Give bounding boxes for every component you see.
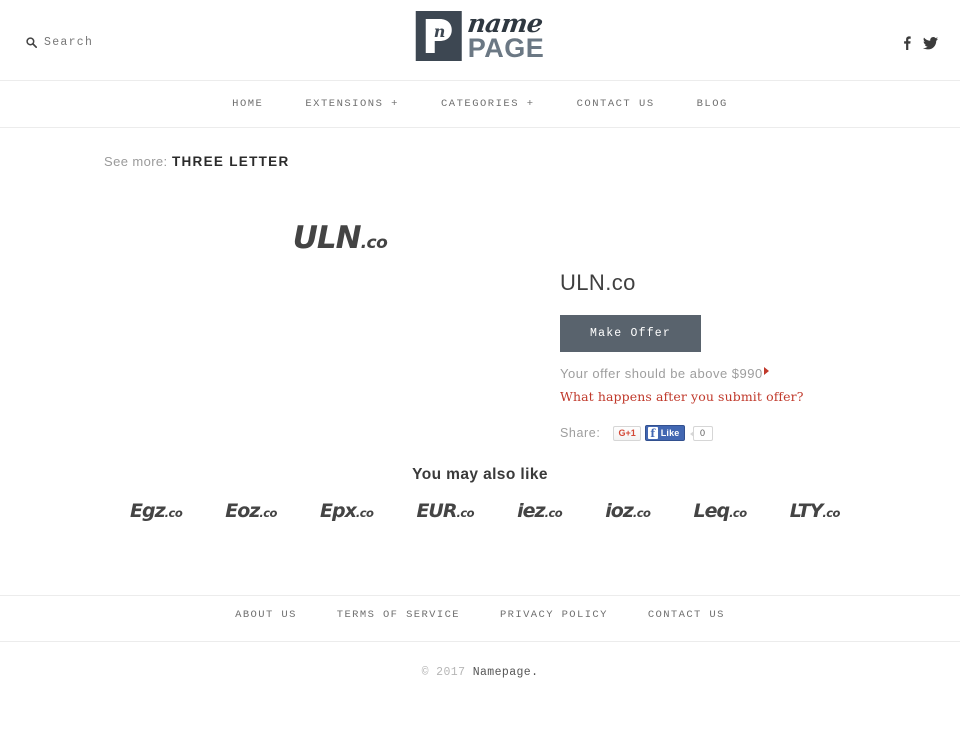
- related-domain-tld: .co: [456, 506, 475, 520]
- facebook-like-label: Like: [660, 428, 680, 438]
- see-more-label: See more:: [104, 154, 168, 169]
- see-more-block: See more: THREE LETTER: [104, 152, 304, 172]
- logo-word-name: name: [465, 9, 545, 38]
- facebook-like-count: 0: [689, 425, 713, 441]
- related-domain-art: EUR.co: [416, 500, 475, 522]
- copyright: © 2017 Namepage.: [0, 666, 960, 679]
- offer-minimum-note: Your offer should be above $990: [560, 364, 775, 383]
- facebook-icon[interactable]: [903, 36, 911, 50]
- related-domain-art: Eoz.co: [225, 500, 277, 522]
- nav-item-categories[interactable]: CATEGORIES +: [420, 98, 556, 110]
- related-domain-item[interactable]: Leq.co: [693, 500, 747, 522]
- related-domain-item[interactable]: iez.co: [517, 500, 563, 522]
- nav-list: HOME EXTENSIONS + CATEGORIES + CONTACT U…: [211, 98, 749, 110]
- related-domain-item[interactable]: LTY.co: [789, 500, 841, 522]
- related-domain-item[interactable]: Eoz.co: [225, 500, 277, 522]
- footer-link-contact-us[interactable]: CONTACT US: [628, 609, 745, 621]
- page-root: Search n name PAGE HOME EXTENSIONS + CAT…: [0, 0, 960, 743]
- related-domain-name: ioz: [605, 500, 634, 522]
- footer-navigation: ABOUT US TERMS OF SERVICE PRIVACY POLICY…: [0, 609, 960, 621]
- also-like-heading: You may also like: [412, 466, 548, 483]
- share-label: Share:: [560, 426, 601, 440]
- footer-link-privacy-policy[interactable]: PRIVACY POLICY: [480, 609, 628, 621]
- domain-art-name: ULN: [292, 220, 362, 256]
- nav-item-contact-us[interactable]: CONTACT US: [556, 98, 676, 110]
- also-like-grid: Egz.co Eoz.co Epx.co EUR.co iez.co ioz.c…: [130, 500, 840, 522]
- red-arrow-icon: [764, 367, 769, 375]
- related-domain-name: Eoz: [225, 500, 260, 522]
- make-offer-button[interactable]: Make Offer: [560, 315, 702, 352]
- footer-divider-top: [0, 595, 960, 596]
- related-domain-item[interactable]: ioz.co: [605, 500, 651, 522]
- main-navigation: HOME EXTENSIONS + CATEGORIES + CONTACT U…: [0, 81, 960, 128]
- nav-item-blog[interactable]: BLOG: [676, 98, 749, 110]
- facebook-f-icon: f: [647, 427, 658, 439]
- related-domain-art: ioz.co: [605, 500, 651, 522]
- share-buttons: G+1 f Like 0: [613, 425, 713, 441]
- related-domain-tld: .co: [544, 506, 563, 520]
- related-domain-name: iez: [517, 500, 545, 522]
- copyright-year: © 2017: [421, 666, 466, 679]
- related-domain-art: Leq.co: [693, 500, 747, 522]
- facebook-like-button[interactable]: f Like: [644, 425, 685, 441]
- see-more-category-link[interactable]: THREE LETTER: [172, 154, 290, 169]
- related-domain-art: iez.co: [517, 500, 563, 522]
- search-label: Search: [44, 36, 94, 49]
- twitter-icon[interactable]: [923, 36, 938, 50]
- related-domain-item[interactable]: EUR.co: [416, 500, 474, 522]
- site-logo[interactable]: n name PAGE: [415, 9, 545, 63]
- related-domain-tld: .co: [164, 506, 183, 520]
- footer-divider-bottom: [0, 641, 960, 642]
- domain-artwork: ULN.co: [180, 206, 500, 270]
- share-row: Share: G+1 f Like 0: [560, 425, 900, 441]
- related-domain-item[interactable]: Epx.co: [319, 500, 374, 522]
- product-details: ULN.co Make Offer Your offer should be a…: [560, 270, 900, 441]
- social-links: [903, 36, 938, 50]
- related-domain-tld: .co: [355, 506, 374, 520]
- logo-wordmark: name PAGE: [465, 9, 545, 63]
- submit-offer-info-link[interactable]: What happens after you submit offer?: [560, 389, 900, 404]
- page-title: ULN.co: [560, 270, 636, 295]
- nav-item-extensions[interactable]: EXTENSIONS +: [284, 98, 420, 110]
- offer-minimum-text: Your offer should be above $990: [560, 366, 763, 381]
- related-domain-art: Egz.co: [130, 500, 183, 522]
- related-domain-name: Leq: [693, 500, 730, 522]
- related-domain-tld: .co: [729, 506, 747, 520]
- domain-art-tld: .co: [360, 233, 388, 253]
- related-domain-name: Egz: [130, 500, 166, 522]
- related-domain-tld: .co: [259, 506, 277, 520]
- search-trigger[interactable]: Search: [26, 36, 93, 49]
- related-domain-name: Epx: [319, 500, 357, 522]
- search-icon: [26, 37, 37, 48]
- logo-mark-icon: n: [415, 11, 462, 61]
- footer-link-terms-of-service[interactable]: TERMS OF SERVICE: [317, 609, 480, 621]
- related-domain-item[interactable]: Egz.co: [130, 500, 183, 522]
- related-domain-art: LTY.co: [789, 500, 841, 522]
- google-plus-share-button[interactable]: G+1: [613, 425, 641, 441]
- logo-word-page: PAGE: [467, 32, 545, 63]
- related-domain-name: EUR: [416, 500, 457, 522]
- domain-art-text: ULN.co: [293, 220, 388, 256]
- related-domain-tld: .co: [822, 506, 840, 520]
- site-header: Search n name PAGE: [0, 0, 960, 81]
- related-domain-tld: .co: [632, 506, 651, 520]
- related-domain-name: LTY: [789, 500, 824, 522]
- copyright-name: Namepage.: [472, 666, 539, 679]
- footer-link-about-us[interactable]: ABOUT US: [215, 609, 317, 621]
- nav-item-home[interactable]: HOME: [211, 98, 284, 110]
- svg-text:n: n: [434, 22, 446, 41]
- related-domain-art: Epx.co: [319, 500, 374, 522]
